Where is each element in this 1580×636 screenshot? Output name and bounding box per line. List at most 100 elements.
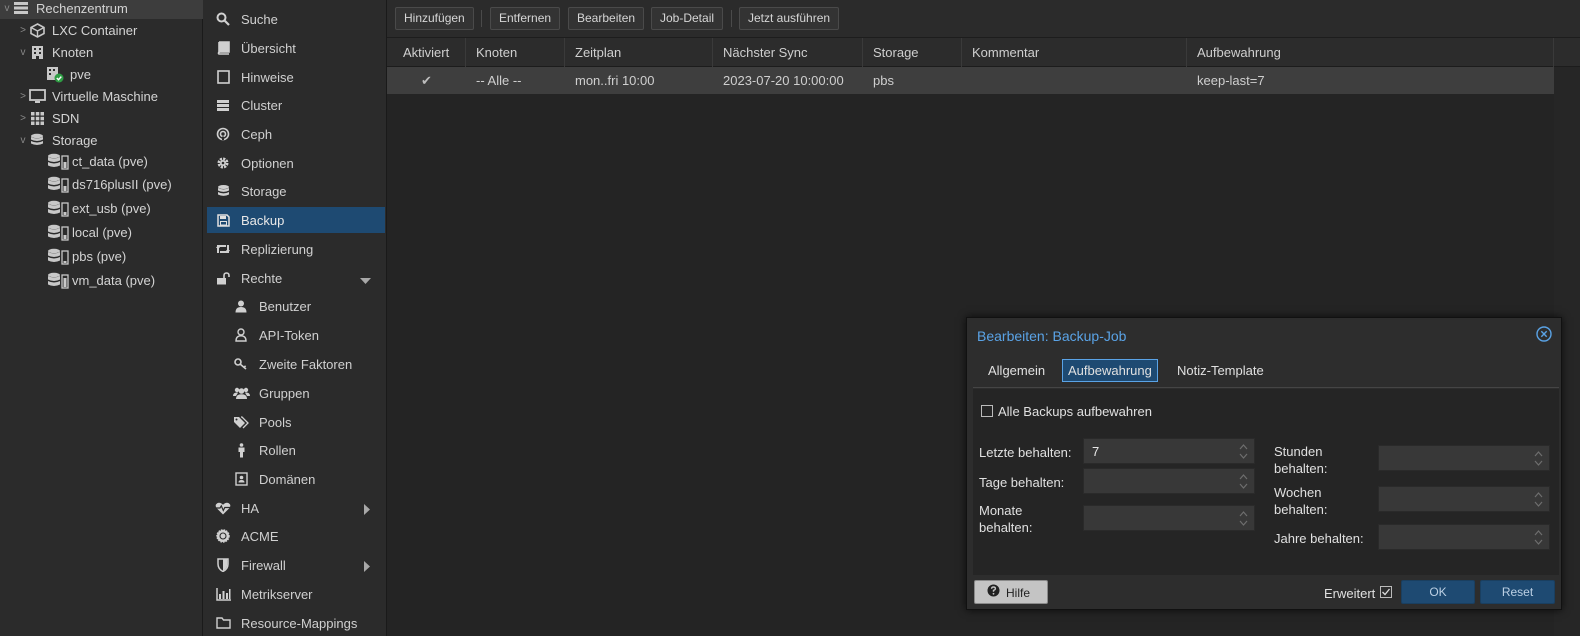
- edit-backup-job-dialog: Bearbeiten: Backup-Job Allgemein Aufbewa…: [966, 317, 1562, 610]
- nav-item-label: Rollen: [259, 442, 296, 458]
- tree-item-nodes[interactable]: v Knoten: [0, 41, 203, 63]
- node-online-icon: [46, 66, 64, 82]
- dialog-tab-bar: Allgemein Aufbewahrung Notiz-Template: [973, 358, 1559, 388]
- tree-item-label: Virtuelle Maschine: [52, 88, 158, 104]
- table-row[interactable]: ✔ -- Alle -- mon..fri 10:00 2023-07-20 1…: [387, 67, 1554, 94]
- help-button[interactable]: Hilfe: [974, 580, 1048, 604]
- column-header-storage[interactable]: Storage: [863, 38, 962, 67]
- keep-weekly-spinner[interactable]: [1378, 486, 1550, 512]
- nav-item-groups[interactable]: Gruppen: [207, 380, 385, 406]
- nav-item-search[interactable]: Suche: [207, 6, 385, 32]
- nav-item-second-factors[interactable]: Zweite Faktoren: [207, 351, 385, 377]
- keep-monthly-label-line: behalten:: [979, 520, 1033, 535]
- tree-item-label: pve: [70, 66, 91, 82]
- nav-item-backup[interactable]: Backup: [207, 207, 385, 233]
- tree-item-label: LXC Container: [52, 22, 138, 38]
- nav-item-acme[interactable]: ACME: [207, 523, 385, 549]
- server-rack-icon: [12, 0, 30, 16]
- building-icon: [28, 44, 46, 60]
- keep-hourly-spinner[interactable]: [1378, 445, 1550, 471]
- tree-item-ct-data[interactable]: ct_data (pve): [0, 150, 203, 172]
- spinner-arrows-icon[interactable]: [1534, 529, 1543, 549]
- tree-item-storage[interactable]: v Storage: [0, 129, 203, 151]
- chevron-down-icon[interactable]: v: [2, 3, 12, 14]
- add-button[interactable]: Hinzufügen: [395, 7, 474, 30]
- run-now-button[interactable]: Jetzt ausführen: [739, 7, 840, 30]
- toolbar-separator: [731, 10, 732, 27]
- column-header-enabled[interactable]: Aktiviert: [387, 38, 466, 67]
- spinner-arrows-icon[interactable]: [1239, 510, 1248, 530]
- nav-item-cluster[interactable]: Cluster: [207, 92, 385, 118]
- nav-item-storage[interactable]: Storage: [207, 178, 385, 204]
- keep-all-checkbox[interactable]: [981, 405, 993, 417]
- remove-button[interactable]: Entfernen: [490, 7, 561, 30]
- column-header-schedule[interactable]: Zeitplan: [565, 38, 713, 67]
- chevron-right-icon[interactable]: >: [18, 91, 28, 102]
- caret-right-icon[interactable]: [364, 503, 371, 518]
- nav-item-users[interactable]: Benutzer: [207, 293, 385, 319]
- spinner-arrows-icon[interactable]: [1534, 450, 1543, 470]
- tree-item-label: ext_usb (pve): [72, 200, 151, 216]
- nav-item-domains[interactable]: Domänen: [207, 466, 385, 492]
- spinner-arrows-icon[interactable]: [1534, 491, 1543, 511]
- tree-item-pbs[interactable]: pbs (pve): [0, 245, 203, 267]
- nav-item-overview[interactable]: Übersicht: [207, 35, 385, 61]
- spinner-arrows-icon[interactable]: [1239, 443, 1248, 463]
- nav-item-label: Optionen: [241, 155, 294, 171]
- tree-item-local[interactable]: local (pve): [0, 221, 203, 243]
- keep-yearly-spinner[interactable]: [1378, 524, 1550, 550]
- nav-item-options[interactable]: Optionen: [207, 150, 385, 176]
- nav-item-api-token[interactable]: API-Token: [207, 322, 385, 348]
- nav-item-pools[interactable]: Pools: [207, 409, 385, 435]
- tree-item-datacenter[interactable]: v Rechenzentrum: [0, 0, 203, 19]
- close-icon[interactable]: [1536, 326, 1552, 342]
- caret-down-icon[interactable]: [360, 273, 371, 288]
- tree-item-sdn[interactable]: > SDN: [0, 107, 203, 129]
- keep-last-spinner[interactable]: 7: [1083, 438, 1255, 464]
- tree-item-vms[interactable]: > Virtuelle Maschine: [0, 85, 203, 107]
- reset-button[interactable]: Reset: [1480, 580, 1555, 604]
- nav-item-ceph[interactable]: Ceph: [207, 121, 385, 147]
- chevron-right-icon[interactable]: >: [18, 25, 28, 36]
- column-header-node[interactable]: Knoten: [466, 38, 565, 67]
- advanced-checkbox[interactable]: [1380, 586, 1392, 598]
- caret-right-icon[interactable]: [364, 560, 371, 575]
- nav-item-metric-server[interactable]: Metrikserver: [207, 581, 385, 607]
- column-header-comment[interactable]: Kommentar: [962, 38, 1187, 67]
- tree-item-pve[interactable]: pve: [0, 63, 203, 85]
- question-circle-icon: [987, 582, 1000, 604]
- nav-item-resource-mappings[interactable]: Resource-Mappings: [207, 610, 385, 636]
- chevron-down-icon[interactable]: v: [18, 47, 28, 58]
- grid-header: Aktiviert Knoten Zeitplan Nächster Sync …: [387, 38, 1580, 67]
- cell-storage: pbs: [873, 73, 894, 88]
- chevron-right-icon[interactable]: >: [18, 113, 28, 124]
- tab-general[interactable]: Allgemein: [982, 359, 1051, 382]
- column-header-retention[interactable]: Aufbewahrung: [1187, 38, 1554, 67]
- nav-item-firewall[interactable]: Firewall: [207, 552, 385, 578]
- tab-note-template[interactable]: Notiz-Template: [1171, 359, 1270, 382]
- keep-daily-spinner[interactable]: [1083, 468, 1255, 494]
- ok-button[interactable]: OK: [1401, 580, 1475, 604]
- nav-item-replication[interactable]: Replizierung: [207, 236, 385, 262]
- tree-item-ext-usb[interactable]: ext_usb (pve): [0, 197, 203, 219]
- nav-item-permissions[interactable]: Rechte: [207, 265, 385, 291]
- nav-item-ha[interactable]: HA: [207, 495, 385, 521]
- nav-item-roles[interactable]: Rollen: [207, 437, 385, 463]
- edit-button[interactable]: Bearbeiten: [568, 7, 645, 30]
- enabled-check-icon: ✔: [421, 73, 432, 88]
- storage-icon: [46, 248, 70, 265]
- storage-icon: [46, 176, 70, 193]
- job-detail-button[interactable]: Job-Detail: [651, 7, 724, 30]
- spinner-arrows-icon[interactable]: [1239, 473, 1248, 493]
- tab-retention[interactable]: Aufbewahrung: [1062, 359, 1158, 382]
- nav-item-notes[interactable]: Hinweise: [207, 64, 385, 90]
- column-header-next-sync[interactable]: Nächster Sync: [713, 38, 863, 67]
- chevron-down-icon[interactable]: v: [18, 135, 28, 146]
- key-icon: [231, 358, 251, 370]
- nav-item-label: Pools: [259, 414, 292, 430]
- tree-item-ds716[interactable]: ds716plusII (pve): [0, 173, 203, 195]
- tree-item-vm-data[interactable]: vm_data (pve): [0, 269, 203, 291]
- keep-monthly-spinner[interactable]: [1083, 505, 1255, 531]
- keep-last-value: 7: [1092, 444, 1100, 459]
- tree-item-lxc[interactable]: > LXC Container: [0, 19, 203, 41]
